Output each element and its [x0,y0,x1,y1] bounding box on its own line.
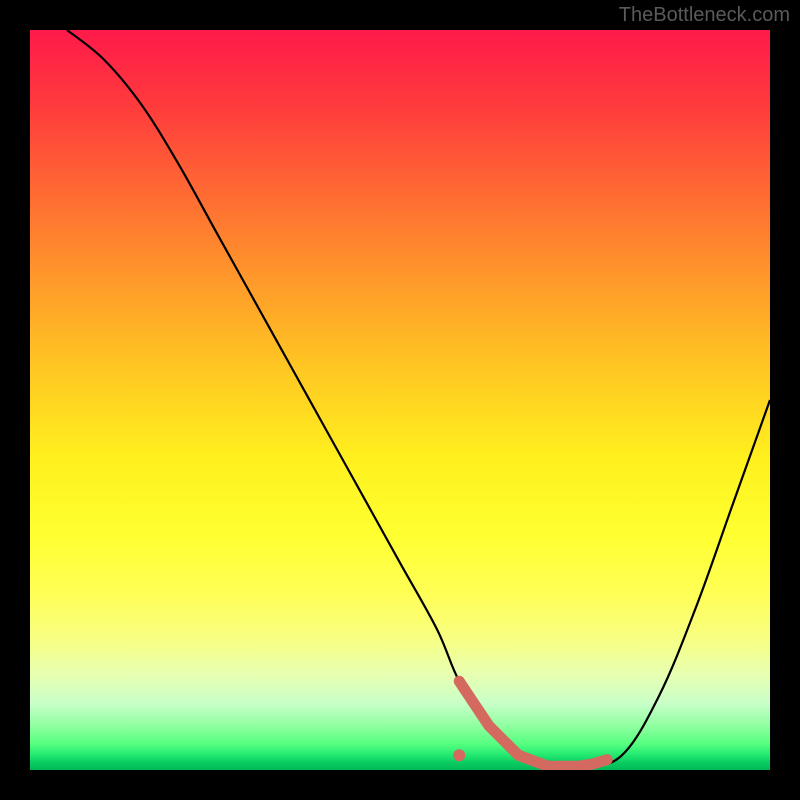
bottleneck-curve [67,30,770,768]
plot-area [30,30,770,770]
highlight-segment [459,681,607,766]
chart-svg [30,30,770,770]
chart-container: TheBottleneck.com [0,0,800,800]
watermark-text: TheBottleneck.com [619,4,790,27]
highlight-dot [453,749,465,761]
